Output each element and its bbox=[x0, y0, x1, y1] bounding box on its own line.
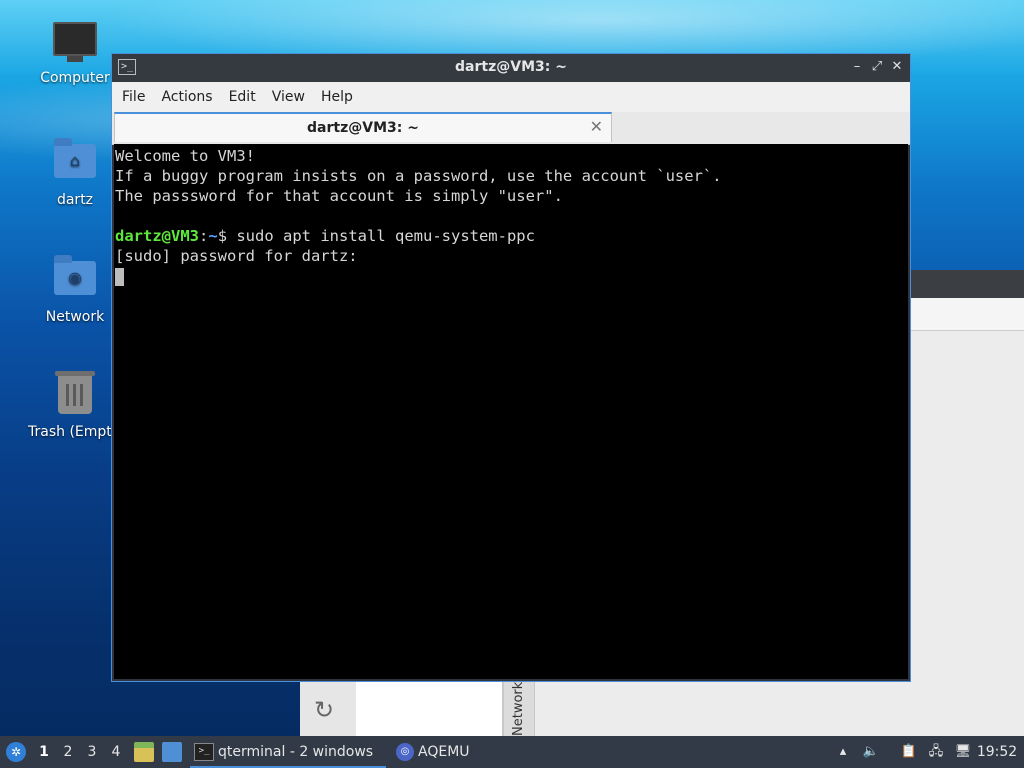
desktop-icon-home-folder[interactable]: ⌂ dartz bbox=[25, 138, 125, 208]
clipboard-icon[interactable]: 📋 bbox=[900, 743, 918, 761]
menu-actions[interactable]: Actions bbox=[153, 82, 220, 112]
tray-arrow-icon[interactable]: ▴ bbox=[834, 743, 852, 761]
volume-icon[interactable]: 🔈 bbox=[862, 743, 880, 761]
prompt-path: ~ bbox=[208, 227, 218, 245]
terminal-prompt-line: dartz@VM3:~$ sudo apt install qemu-syste… bbox=[114, 226, 908, 246]
background-window-list-pane bbox=[356, 680, 503, 736]
terminal-cursor-line bbox=[114, 266, 908, 286]
terminal-output[interactable]: Welcome to VM3! If a buggy program insis… bbox=[114, 144, 908, 679]
terminal-line: [sudo] password for dartz: bbox=[115, 247, 358, 265]
clock[interactable]: 19:52 bbox=[976, 736, 1018, 768]
aqemu-icon: ◎ bbox=[396, 743, 414, 761]
desktop-icon-label: Computer bbox=[40, 70, 110, 86]
terminal-titlebar[interactable]: >_ dartz@VM3: ~ – ⤢ ✕ bbox=[112, 54, 910, 82]
network-folder-icon: ◉ bbox=[53, 255, 97, 305]
prompt-user-host: dartz@VM3 bbox=[115, 227, 199, 245]
workspace-2[interactable]: 2 bbox=[57, 736, 79, 768]
show-desktop-icon[interactable] bbox=[162, 742, 182, 762]
tab-close-icon[interactable]: ✕ bbox=[590, 117, 603, 136]
workspace-1[interactable]: 1 bbox=[33, 736, 55, 768]
task-qterminal[interactable]: >_ qterminal - 2 windows bbox=[190, 736, 386, 768]
terminal-line: Welcome to VM3! bbox=[115, 147, 255, 165]
text-cursor bbox=[115, 267, 124, 286]
lxqt-logo-icon: ✲ bbox=[6, 742, 26, 762]
tab-title: dartz@VM3: ~ bbox=[307, 120, 419, 136]
desktop-icon-network[interactable]: ◉ Network bbox=[25, 255, 125, 325]
task-label: AQEMU bbox=[418, 744, 470, 760]
menu-view[interactable]: View bbox=[264, 82, 313, 112]
close-icon[interactable]: ✕ bbox=[888, 58, 906, 76]
menu-bar: File Actions Edit View Help bbox=[112, 82, 910, 113]
file-manager-launcher-icon[interactable] bbox=[134, 742, 154, 762]
task-label: qterminal - 2 windows bbox=[218, 744, 374, 760]
terminal-line: The passsword for that account is simply… bbox=[115, 187, 563, 205]
taskbar: ✲ 1 2 3 4 >_ qterminal - 2 windows ◎ AQE… bbox=[0, 736, 1024, 768]
terminal-tab[interactable]: dartz@VM3: ~ ✕ bbox=[114, 112, 612, 142]
start-menu-button[interactable]: ✲ bbox=[4, 736, 28, 768]
desktop-icon-computer[interactable]: Computer bbox=[25, 22, 125, 86]
prompt-separator: : bbox=[199, 227, 209, 245]
desktop-icon-label: Network bbox=[45, 309, 105, 325]
prompt-command: $ sudo apt install qemu-system-ppc bbox=[217, 227, 535, 245]
terminal-icon: >_ bbox=[194, 743, 214, 761]
window-title: dartz@VM3: ~ bbox=[455, 59, 567, 75]
home-folder-icon: ⌂ bbox=[53, 138, 97, 188]
update-notifier-icon[interactable]: 🖥 bbox=[954, 743, 972, 761]
workspace-4[interactable]: 4 bbox=[105, 736, 127, 768]
refresh-icon[interactable]: ↻ bbox=[314, 696, 334, 724]
terminal-window[interactable]: >_ dartz@VM3: ~ – ⤢ ✕ File Actions Edit Vie… bbox=[111, 53, 911, 682]
menu-edit[interactable]: Edit bbox=[221, 82, 264, 112]
minimize-icon[interactable]: – bbox=[848, 58, 866, 76]
vertical-tab-network[interactable]: Network bbox=[503, 680, 535, 736]
computer-icon bbox=[53, 22, 97, 66]
tab-bar: dartz@VM3: ~ ✕ bbox=[112, 112, 910, 145]
menu-help[interactable]: Help bbox=[313, 82, 361, 112]
trash-icon bbox=[53, 371, 97, 420]
terminal-line: If a buggy program insists on a password… bbox=[115, 167, 722, 185]
workspace-3[interactable]: 3 bbox=[81, 736, 103, 768]
desktop-icon-label: dartz bbox=[56, 192, 94, 208]
menu-file[interactable]: File bbox=[114, 82, 153, 112]
maximize-icon[interactable]: ⤢ bbox=[868, 58, 886, 76]
task-aqemu[interactable]: ◎ AQEMU bbox=[392, 736, 528, 768]
network-connection-icon[interactable]: 🖧 bbox=[927, 743, 945, 761]
